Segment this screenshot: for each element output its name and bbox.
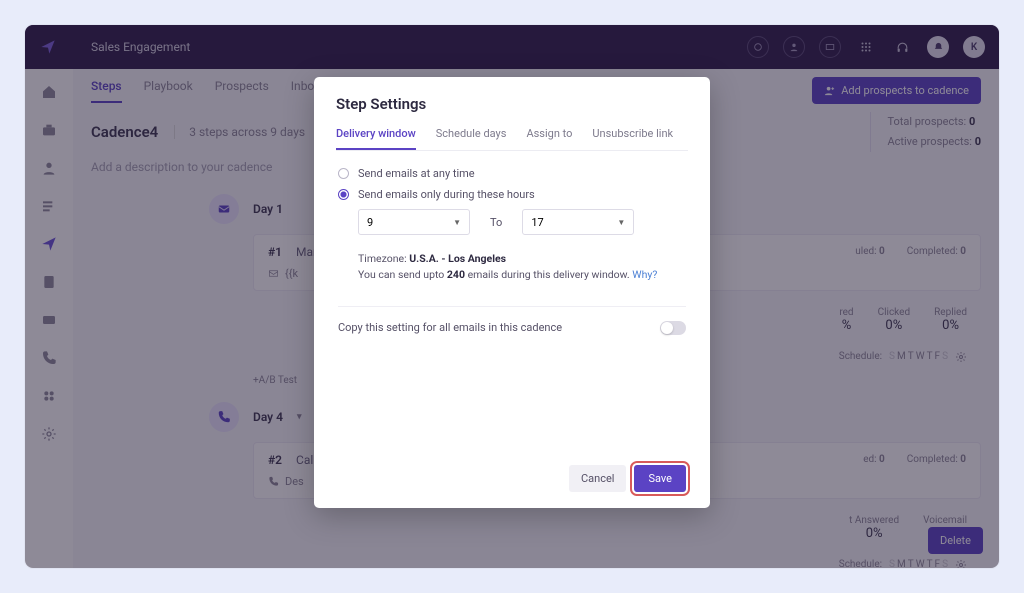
radio-anytime-label: Send emails at any time bbox=[358, 167, 475, 180]
copy-setting-label: Copy this setting for all emails in this… bbox=[338, 321, 562, 334]
radio-anytime[interactable] bbox=[338, 168, 349, 179]
to-hour-value: 17 bbox=[531, 216, 543, 229]
radio-hours-label: Send emails only during these hours bbox=[358, 188, 535, 201]
tz-value: U.S.A. - Los Angeles bbox=[409, 252, 506, 265]
copy-setting-toggle[interactable] bbox=[660, 321, 686, 335]
modal-tab-delivery[interactable]: Delivery window bbox=[336, 127, 416, 150]
hint-post: emails during this delivery window. bbox=[465, 268, 632, 281]
to-label: To bbox=[490, 216, 502, 229]
to-hour-select[interactable]: 17 ▼ bbox=[522, 209, 634, 235]
modal-tabs: Delivery window Schedule days Assign to … bbox=[336, 127, 688, 151]
cancel-button[interactable]: Cancel bbox=[569, 465, 626, 492]
app-frame: Sales Engagement K Steps P bbox=[25, 25, 999, 568]
hint-count: 240 bbox=[447, 268, 465, 281]
save-button[interactable]: Save bbox=[634, 465, 686, 492]
caret-down-icon-2: ▼ bbox=[617, 218, 625, 227]
why-link[interactable]: Why? bbox=[632, 268, 657, 281]
timezone-block: Timezone: U.S.A. - Los Angeles You can s… bbox=[358, 251, 686, 284]
from-hour-value: 9 bbox=[367, 216, 373, 229]
modal-body: Send emails at any time Send emails only… bbox=[336, 151, 688, 492]
copy-setting-row: Copy this setting for all emails in this… bbox=[338, 306, 686, 335]
modal-tab-unsubscribe[interactable]: Unsubscribe link bbox=[592, 127, 673, 150]
step-settings-modal: Step Settings Delivery window Schedule d… bbox=[314, 77, 710, 508]
from-hour-select[interactable]: 9 ▼ bbox=[358, 209, 470, 235]
tz-label: Timezone: bbox=[358, 252, 409, 265]
hint-pre: You can send upto bbox=[358, 268, 447, 281]
modal-tab-schedule[interactable]: Schedule days bbox=[436, 127, 507, 150]
radio-anytime-row[interactable]: Send emails at any time bbox=[338, 167, 686, 180]
modal-actions: Cancel Save bbox=[338, 465, 686, 492]
radio-hours-row[interactable]: Send emails only during these hours bbox=[338, 188, 686, 201]
caret-down-icon: ▼ bbox=[453, 218, 461, 227]
modal-tab-assign[interactable]: Assign to bbox=[526, 127, 572, 150]
modal-title: Step Settings bbox=[336, 95, 688, 113]
radio-hours[interactable] bbox=[338, 189, 349, 200]
